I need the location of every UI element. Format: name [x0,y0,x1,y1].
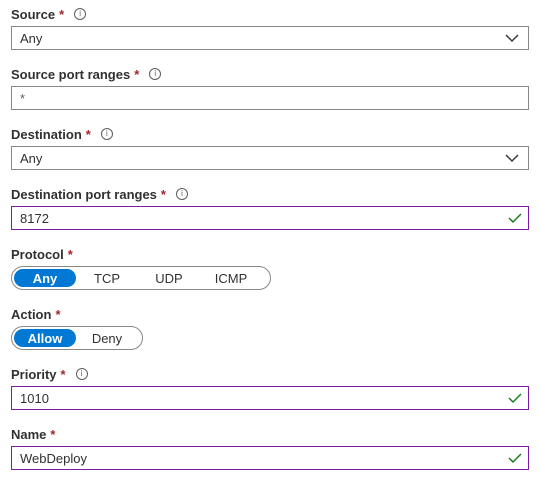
source-label-row: Source * i [11,4,529,24]
destination-label: Destination [11,126,82,142]
name-input[interactable]: WebDeploy [11,446,529,470]
checkmark-icon [508,453,522,463]
source-label: Source [11,6,56,22]
action-label: Action [11,306,52,322]
required-marker: * [59,6,65,22]
checkmark-icon [508,393,522,403]
priority-field: Priority * i 1010 [11,364,529,410]
source-dropdown-value: Any [20,30,43,46]
info-icon[interactable]: i [75,368,88,380]
source-port-ranges-input[interactable]: * [11,86,529,110]
source-port-ranges-label-row: Source port ranges * i [11,64,529,84]
source-port-ranges-field: Source port ranges * i * [11,64,529,110]
destination-port-ranges-value: 8172 [20,210,49,226]
chevron-down-icon [505,34,519,42]
destination-dropdown-value: Any [20,150,43,166]
required-marker: * [50,426,56,442]
required-marker: * [67,246,73,262]
protocol-option-udp[interactable]: UDP [138,269,200,287]
required-marker: * [160,186,166,202]
required-marker: * [55,306,61,322]
name-label: Name [11,426,47,442]
action-field: Action * Allow Deny [11,304,529,350]
info-icon[interactable]: i [175,188,188,200]
protocol-field: Protocol * Any TCP UDP ICMP [11,244,529,290]
source-port-ranges-placeholder: * [20,90,26,106]
info-icon[interactable]: i [74,8,87,20]
info-icon[interactable]: i [149,68,162,80]
destination-port-ranges-label-row: Destination port ranges * i [11,184,529,204]
destination-label-row: Destination * i [11,124,529,144]
protocol-option-any[interactable]: Any [14,269,76,287]
destination-dropdown[interactable]: Any [11,146,529,170]
protocol-label: Protocol [11,246,64,262]
protocol-selector: Any TCP UDP ICMP [11,266,271,290]
action-option-deny[interactable]: Deny [76,329,138,347]
chevron-down-icon [505,154,519,162]
name-field: Name * WebDeploy [11,424,529,470]
destination-port-ranges-label: Destination port ranges [11,186,157,202]
required-marker: * [85,126,91,142]
priority-label-row: Priority * i [11,364,529,384]
required-marker: * [134,66,140,82]
action-selector: Allow Deny [11,326,143,350]
protocol-option-tcp[interactable]: TCP [76,269,138,287]
priority-input[interactable]: 1010 [11,386,529,410]
source-dropdown[interactable]: Any [11,26,529,50]
source-field: Source * i Any [11,4,529,50]
protocol-option-icmp[interactable]: ICMP [200,269,262,287]
name-label-row: Name * [11,424,529,444]
checkmark-icon [508,213,522,223]
destination-port-ranges-input[interactable]: 8172 [11,206,529,230]
action-label-row: Action * [11,304,529,324]
destination-field: Destination * i Any [11,124,529,170]
info-icon[interactable]: i [100,128,113,140]
protocol-label-row: Protocol * [11,244,529,264]
priority-label: Priority [11,366,57,382]
destination-port-ranges-field: Destination port ranges * i 8172 [11,184,529,230]
action-option-allow[interactable]: Allow [14,329,76,347]
required-marker: * [60,366,66,382]
name-value: WebDeploy [20,450,87,466]
priority-value: 1010 [20,390,49,406]
source-port-ranges-label: Source port ranges [11,66,131,82]
